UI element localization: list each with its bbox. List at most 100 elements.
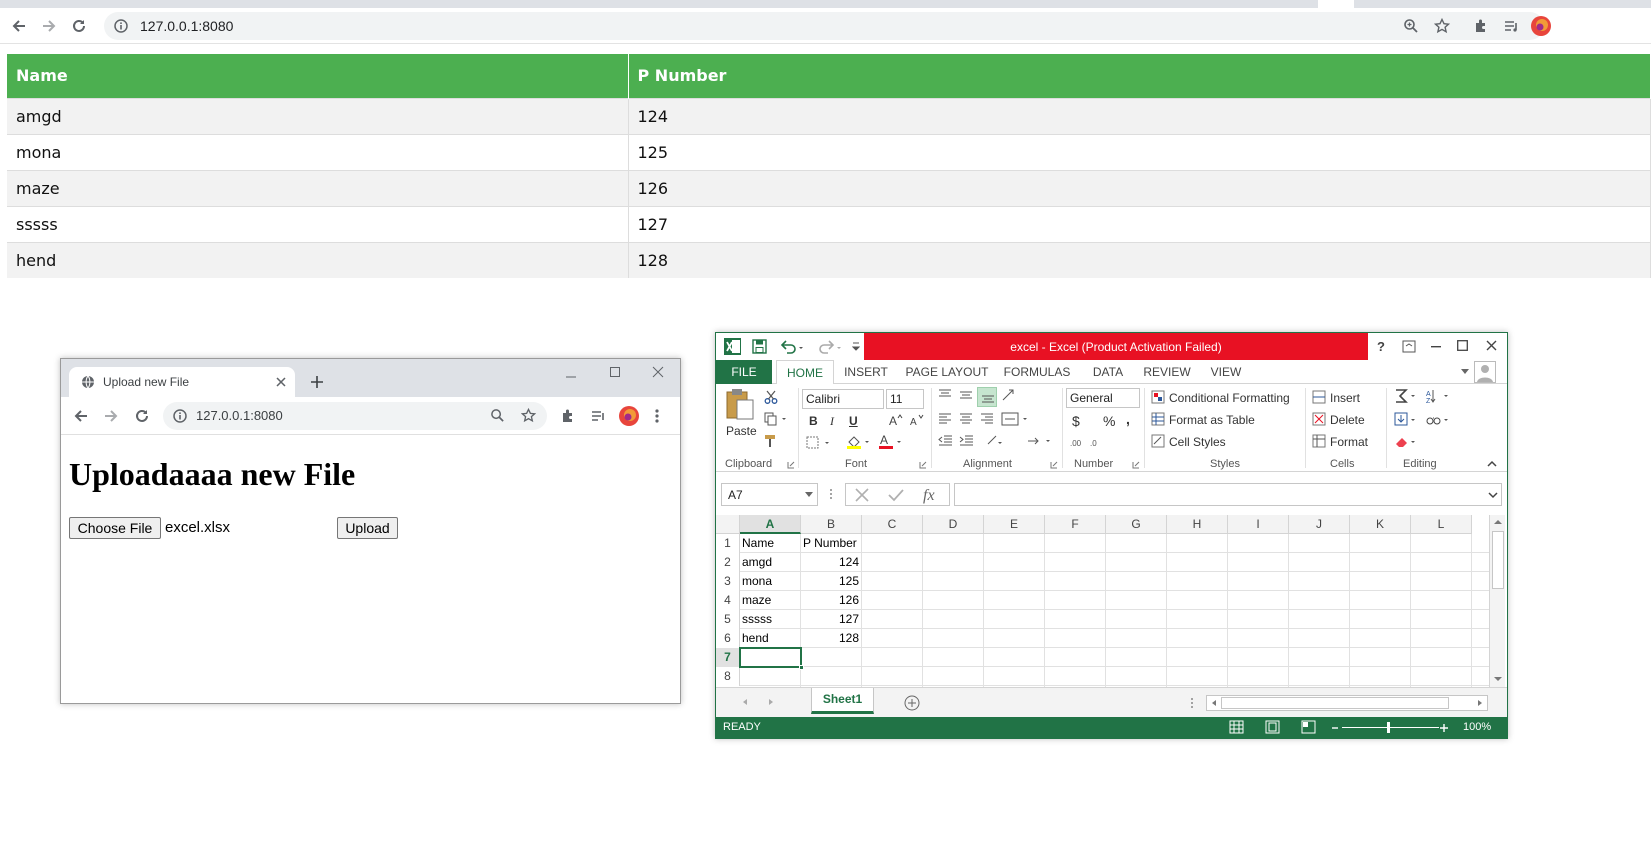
address-bar[interactable]: 127.0.0.1:8080 xyxy=(104,12,1544,40)
row-header-1[interactable]: 1 xyxy=(716,534,740,553)
column-header-k[interactable]: K xyxy=(1350,515,1411,534)
number-launcher-icon[interactable] xyxy=(1132,461,1140,469)
tab-formulas[interactable]: FORMULAS xyxy=(1002,360,1072,384)
format-as-table-button[interactable]: Format as Table xyxy=(1169,413,1255,427)
cell-a5[interactable]: sssss xyxy=(740,610,801,629)
choose-file-button[interactable]: Choose File xyxy=(69,517,161,539)
info-icon[interactable] xyxy=(173,409,187,423)
tab-home[interactable]: HOME xyxy=(776,360,834,385)
close-window-icon[interactable] xyxy=(652,366,664,378)
select-all-corner[interactable] xyxy=(716,515,740,534)
tab-view[interactable]: VIEW xyxy=(1204,360,1248,384)
back-icon[interactable] xyxy=(73,408,89,424)
cancel-entry-icon[interactable] xyxy=(854,488,870,502)
decrease-font-icon[interactable]: A xyxy=(910,414,924,426)
fill-icon[interactable] xyxy=(1394,412,1420,428)
decrease-decimal-icon[interactable]: .0 xyxy=(1090,435,1108,449)
paste-icon[interactable] xyxy=(725,388,755,420)
minimize-icon[interactable] xyxy=(565,371,577,383)
account-avatar[interactable] xyxy=(1474,361,1496,383)
name-box-dropdown-icon[interactable] xyxy=(805,492,813,498)
tab-insert[interactable]: INSERT xyxy=(840,360,892,384)
tab-page-layout[interactable]: PAGE LAYOUT xyxy=(904,360,990,384)
horizontal-scroll-thumb[interactable] xyxy=(1221,697,1449,709)
profile-avatar[interactable] xyxy=(618,405,640,427)
insert-function-icon[interactable]: fx xyxy=(922,485,942,504)
middle-align-icon[interactable] xyxy=(958,388,974,402)
zoom-icon[interactable] xyxy=(490,408,505,423)
cell-styles-button[interactable]: Cell Styles xyxy=(1169,435,1226,449)
expand-formula-bar-icon[interactable] xyxy=(1488,492,1498,499)
formula-input[interactable] xyxy=(954,483,1502,506)
bookmark-star-icon[interactable] xyxy=(1434,18,1450,34)
wrap-text-icon[interactable] xyxy=(986,434,1016,448)
increase-font-icon[interactable]: A xyxy=(889,414,903,426)
fill-handle[interactable] xyxy=(799,665,804,670)
menu-dots-icon[interactable] xyxy=(654,408,660,424)
address-url[interactable]: 127.0.0.1:8080 xyxy=(140,18,233,34)
orientation-icon[interactable] xyxy=(1001,388,1019,402)
zoom-level[interactable]: 100% xyxy=(1463,721,1491,733)
top-align-icon[interactable] xyxy=(937,388,953,402)
vertical-scrollbar[interactable] xyxy=(1489,515,1505,687)
tab-data[interactable]: DATA xyxy=(1086,360,1130,384)
conditional-formatting-button[interactable]: Conditional Formatting xyxy=(1169,391,1290,405)
font-name-dropdown[interactable]: Calibri xyxy=(802,389,884,409)
row-header-8[interactable]: 8 xyxy=(716,667,740,686)
column-header-f[interactable]: F xyxy=(1045,515,1106,534)
bold-button[interactable]: B xyxy=(809,414,818,428)
ribbon-display-options-icon[interactable] xyxy=(1402,340,1416,353)
column-header-b[interactable]: B xyxy=(801,515,862,534)
cell-b3[interactable]: 125 xyxy=(801,572,862,591)
row-header-3[interactable]: 3 xyxy=(716,572,740,591)
horizontal-scrollbar[interactable] xyxy=(1206,695,1488,711)
sort-filter-icon[interactable]: AZ xyxy=(1426,388,1452,404)
column-header-l[interactable]: L xyxy=(1411,515,1472,534)
maximize-icon[interactable] xyxy=(609,366,621,378)
redo-icon[interactable] xyxy=(818,339,842,354)
row-header-5[interactable]: 5 xyxy=(716,610,740,629)
format-painter-icon[interactable] xyxy=(764,434,778,448)
bottom-align-icon[interactable] xyxy=(977,387,997,407)
tab-file[interactable]: FILE xyxy=(716,360,772,384)
format-as-table-icon[interactable] xyxy=(1151,412,1165,426)
minimize-icon[interactable] xyxy=(1431,346,1441,348)
account-dropdown-icon[interactable] xyxy=(1461,369,1469,375)
font-size-dropdown[interactable]: 11 xyxy=(886,389,924,409)
zoom-icon[interactable] xyxy=(1403,18,1419,34)
column-header-d[interactable]: D xyxy=(923,515,984,534)
currency-button[interactable]: $ xyxy=(1072,413,1080,429)
cell-b2[interactable]: 124 xyxy=(801,553,862,572)
cut-icon[interactable] xyxy=(764,390,778,404)
decrease-indent-icon[interactable] xyxy=(937,434,953,448)
zoom-in-icon[interactable] xyxy=(1439,721,1449,733)
scroll-left-icon[interactable] xyxy=(1210,699,1218,707)
autosum-icon[interactable] xyxy=(1394,388,1420,404)
increase-decimal-icon[interactable]: .00 xyxy=(1070,435,1088,449)
maximize-icon[interactable] xyxy=(1457,340,1468,351)
insert-cells-button[interactable]: Insert xyxy=(1330,391,1360,405)
address-bar[interactable]: 127.0.0.1:8080 xyxy=(163,402,547,430)
format-cells-icon[interactable] xyxy=(1312,434,1326,448)
new-tab-icon[interactable] xyxy=(310,375,324,389)
confirm-entry-icon[interactable] xyxy=(888,488,904,502)
italic-button[interactable]: I xyxy=(830,414,834,429)
cell-a3[interactable]: mona xyxy=(740,572,801,591)
reading-list-icon[interactable] xyxy=(1498,13,1524,39)
delete-cells-icon[interactable] xyxy=(1312,412,1326,426)
reload-icon[interactable] xyxy=(66,13,92,39)
column-header-h[interactable]: H xyxy=(1167,515,1228,534)
customize-quick-access-icon[interactable] xyxy=(852,342,860,352)
next-sheet-icon[interactable] xyxy=(767,698,775,706)
align-left-icon[interactable] xyxy=(937,412,953,426)
align-center-icon[interactable] xyxy=(958,412,974,426)
row-header-7[interactable]: 7 xyxy=(716,648,740,667)
column-header-g[interactable]: G xyxy=(1106,515,1167,534)
text-direction-icon[interactable] xyxy=(1026,434,1054,448)
reading-list-icon[interactable] xyxy=(590,408,606,424)
vertical-scroll-thumb[interactable] xyxy=(1492,531,1504,589)
scroll-down-icon[interactable] xyxy=(1493,675,1503,683)
row-header-4[interactable]: 4 xyxy=(716,591,740,610)
upload-button[interactable]: Upload xyxy=(337,517,398,539)
forward-icon[interactable] xyxy=(103,408,119,424)
